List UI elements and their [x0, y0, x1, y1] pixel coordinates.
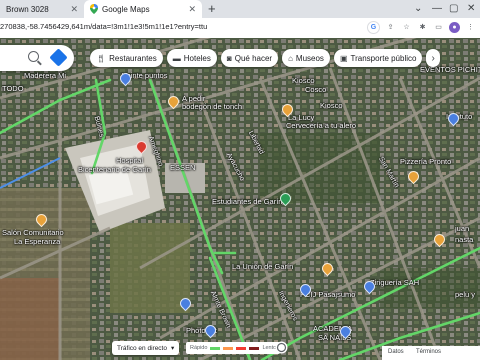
restaurant-icon: 🍴︎ — [96, 53, 107, 63]
close-window-icon[interactable]: ✕ — [467, 3, 475, 14]
tab-label: Brown 3028 — [6, 4, 49, 14]
google-maps-icon — [90, 4, 98, 14]
chip-label: Museos — [295, 53, 324, 63]
share-icon[interactable]: ⇪ — [385, 22, 396, 33]
place-label[interactable]: La Unión de Garín — [232, 262, 293, 271]
chip-restaurantes[interactable]: 🍴︎ Restaurantes — [90, 49, 163, 67]
chip-que-hacer[interactable]: ◙ Qué hacer — [220, 49, 279, 67]
google-lens-icon[interactable]: G — [367, 21, 380, 34]
legend-segment — [236, 346, 247, 350]
traffic-layer-toggle[interactable]: Tráfico en directo ▾ — [112, 341, 180, 355]
legend-segment — [223, 346, 234, 350]
place-label[interactable]: Zinguería SAH — [370, 278, 419, 287]
chip-label: Transporte público — [350, 53, 417, 63]
place-label[interactable]: Salón Comunitario — [2, 228, 64, 237]
search-icon[interactable] — [28, 51, 39, 62]
chip-hoteles[interactable]: ▬ Hoteles — [166, 49, 217, 67]
camera-icon: ◙ — [226, 53, 232, 63]
legend-fast-label: Rápido — [190, 345, 208, 351]
place-label[interactable]: nasta — [455, 235, 473, 244]
place-label[interactable]: ESSEN — [170, 163, 195, 172]
legend-segment — [249, 346, 260, 350]
category-chips: 🍴︎ Restaurantes ▬ Hoteles ◙ Qué hacer ⌂ … — [90, 49, 440, 67]
sidebar-icon[interactable]: ▭ — [433, 22, 444, 33]
tab-brown[interactable]: Brown 3028 ✕ — [0, 0, 84, 18]
chip-label: Hoteles — [183, 53, 211, 63]
satellite-map[interactable]: Maderera Mi TODO Kiosco Cosco EVENTOS PI… — [0, 38, 480, 360]
place-label[interactable]: Cervecería a tu alero — [286, 121, 356, 130]
transit-icon: ▣ — [339, 53, 348, 63]
place-label[interactable]: Estudiantes de Garín — [212, 197, 282, 206]
new-tab-button[interactable]: + — [208, 1, 216, 16]
museum-icon: ⌂ — [288, 53, 293, 63]
traffic-label: Tráfico en directo — [117, 344, 167, 352]
hotel-icon: ▬ — [172, 53, 181, 63]
close-tab-icon[interactable]: ✕ — [188, 4, 196, 15]
tab-label: Google Maps — [102, 4, 150, 14]
place-label[interactable]: Kiosco — [320, 101, 343, 110]
maximize-icon[interactable]: ▢ — [449, 3, 458, 14]
url-text[interactable]: 270838,-58.7456429,641m/data=!3m1!1e3!5m… — [0, 22, 207, 31]
place-label[interactable]: Bicentenario de Garín — [78, 165, 151, 174]
profile-avatar[interactable]: ● — [449, 22, 460, 33]
chip-transporte-publico[interactable]: ▣ Transporte público — [333, 49, 423, 67]
footer-link[interactable]: Datos — [388, 349, 404, 355]
traffic-info-icon[interactable] — [275, 341, 288, 354]
place-label[interactable]: Cosco — [305, 85, 326, 94]
chips-more-button[interactable]: › — [426, 49, 440, 67]
map-footer: Datos Términos — [382, 346, 480, 360]
minimize-icon[interactable]: — — [432, 3, 442, 14]
footer-link[interactable]: Términos — [416, 349, 441, 355]
chip-museos[interactable]: ⌂ Museos — [282, 49, 330, 67]
search-box[interactable] — [0, 45, 74, 71]
place-label[interactable]: pelu y — [455, 290, 475, 299]
tab-strip: Brown 3028 ✕ Google Maps ✕ + ⌄ — ▢ ✕ — [0, 0, 480, 18]
place-label[interactable]: juan — [455, 224, 469, 233]
tab-search-icon[interactable]: ⌄ — [414, 3, 422, 14]
place-label[interactable]: TODO — [2, 84, 24, 93]
traffic-legend: Rápido Lento — [186, 342, 281, 354]
legend-segment — [210, 346, 221, 350]
directions-icon[interactable] — [49, 48, 68, 67]
menu-icon[interactable]: ⋮ — [465, 22, 476, 33]
chevron-down-icon[interactable]: ▾ — [171, 344, 174, 352]
place-label[interactable]: Pizzería Pronto — [400, 157, 451, 166]
address-bar[interactable]: 270838,-58.7456429,641m/data=!3m1!1e3!5m… — [0, 18, 480, 39]
extensions-icon[interactable]: ✱ — [417, 22, 428, 33]
place-label[interactable]: Hospital — [116, 156, 143, 165]
place-label[interactable]: La Esperanza — [14, 237, 60, 246]
tab-google-maps[interactable]: Google Maps ✕ — [84, 0, 202, 18]
chip-label: Restaurantes — [109, 53, 157, 63]
bookmark-star-icon[interactable]: ☆ — [401, 22, 412, 33]
place-label[interactable]: Kiosco — [292, 76, 315, 85]
close-tab-icon[interactable]: ✕ — [70, 4, 78, 15]
place-label[interactable]: bodegón de tonch — [182, 102, 242, 111]
place-label[interactable]: Maderera Mi — [24, 71, 66, 80]
chip-label: Qué hacer — [234, 53, 273, 63]
